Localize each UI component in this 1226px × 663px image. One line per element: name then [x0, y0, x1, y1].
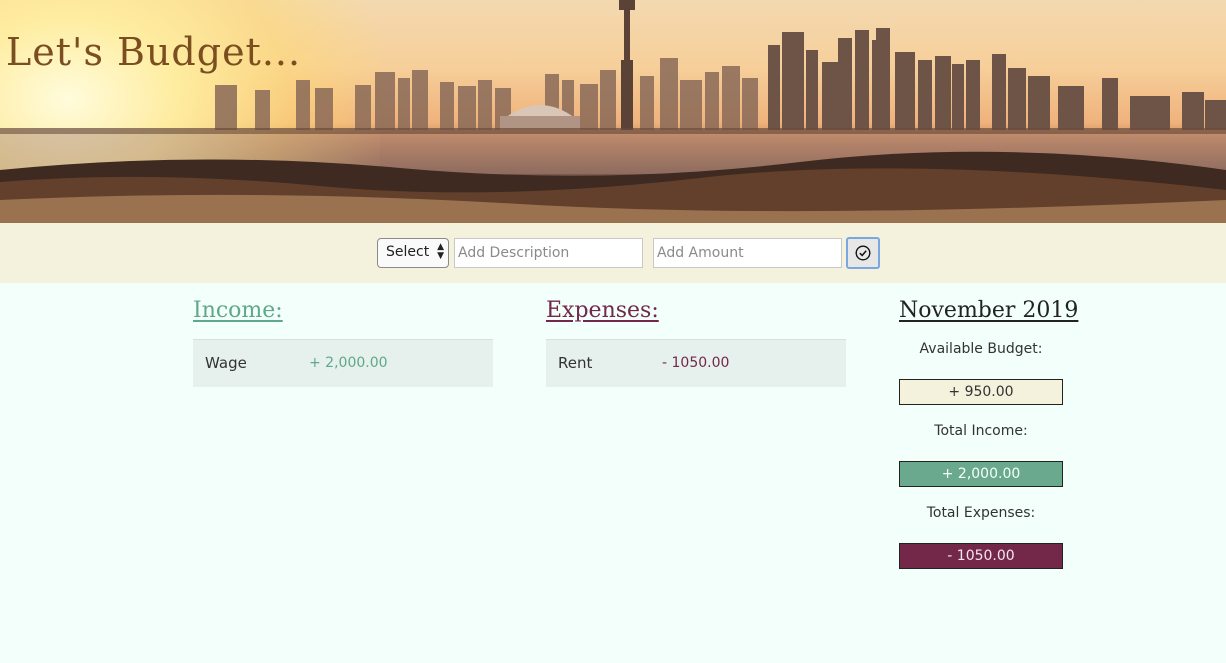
add-entry-bar: Select ▲ ▼ — [0, 223, 1226, 283]
description-input[interactable] — [454, 238, 643, 268]
amount-input[interactable] — [653, 238, 842, 268]
total-income-value: + 2,000.00 — [899, 461, 1063, 487]
available-budget-value: + 950.00 — [899, 379, 1063, 405]
check-circle-icon — [855, 245, 871, 261]
app-title: Let's Budget... — [6, 30, 302, 74]
expense-item-description: Rent — [558, 354, 593, 372]
available-budget-label: Available Budget: — [919, 341, 1043, 357]
total-expenses-value: - 1050.00 — [899, 543, 1063, 569]
hero-banner: Let's Budget... — [0, 0, 1226, 223]
income-list-item[interactable]: Wage + 2,000.00 — [193, 339, 493, 387]
income-item-description: Wage — [205, 354, 247, 372]
expense-list-item[interactable]: Rent - 1050.00 — [546, 339, 846, 387]
expense-item-value: - 1050.00 — [662, 355, 730, 371]
select-arrows-icon: ▲ ▼ — [437, 242, 444, 261]
month-title: November 2019 — [899, 298, 1079, 323]
income-title: Income: — [193, 298, 283, 323]
total-income-label: Total Income: — [934, 423, 1028, 439]
total-expenses-label: Total Expenses: — [926, 505, 1036, 521]
type-select[interactable]: Select ▲ ▼ — [377, 238, 449, 268]
expenses-title: Expenses: — [546, 298, 659, 323]
type-select-value: Select — [386, 244, 430, 260]
income-item-value: + 2,000.00 — [309, 355, 388, 371]
add-entry-button[interactable] — [846, 237, 880, 269]
